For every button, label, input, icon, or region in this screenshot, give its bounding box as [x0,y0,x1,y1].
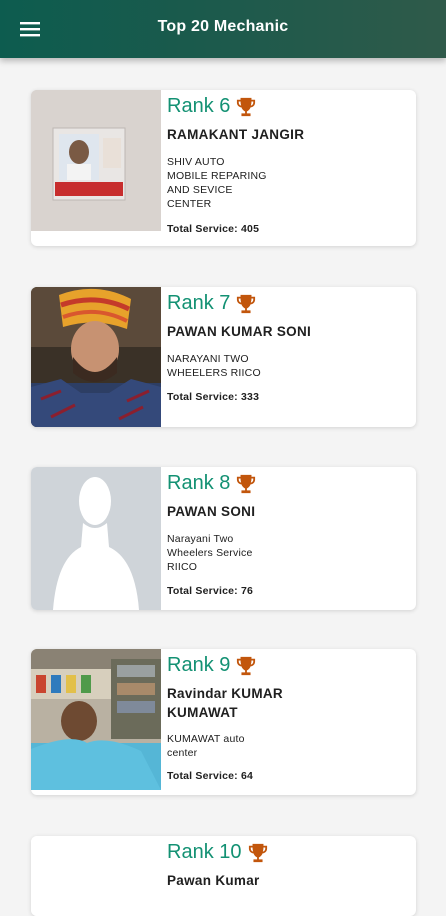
mechanic-name: RAMAKANT JANGIR [167,127,305,142]
shop-name: SHIV AUTO MOBILE REPARING AND SEVICE CEN… [167,156,267,210]
trophy-icon [237,97,256,116]
total-service: Total Service: 405 [167,223,260,235]
rank-label: Rank 10 [167,841,242,863]
trophy-icon [248,843,267,862]
total-service: Total Service: 76 [167,585,254,597]
mechanic-name: Pawan Kumar [167,873,260,888]
trophy-icon [237,656,256,675]
trophy-icon [237,294,256,313]
mechanic-photo [31,649,161,790]
mechanic-photo [31,467,161,610]
total-service: Total Service: 64 [167,770,254,782]
mechanic-card[interactable]: Rank 6 RAMAKANT JANGIR SHIV AUTO MOBILE … [31,90,416,246]
page-title: Top 20 Mechanic [157,18,289,35]
shop-name: Narayani Two Wheelers Service RIICO [167,533,253,573]
mechanic-name: PAWAN SONI [167,504,256,519]
mechanic-card[interactable]: Rank 10 Pawan Kumar [31,836,416,916]
app-bar: Top 20 Mechanic [0,0,446,58]
total-service: Total Service: 333 [167,391,260,403]
mechanic-card[interactable]: Rank 7 PAWAN KUMAR SONI NARAYANI TWO WHE… [31,287,416,427]
rank-label: Rank 8 [167,472,231,494]
mechanic-photo [31,836,161,916]
shop-name: KUMAWAT auto center [167,733,245,759]
rank-label: Rank 6 [167,95,231,117]
mechanic-photo [31,90,161,231]
rank-label: Rank 9 [167,654,231,676]
mechanic-name: Ravindar KUMAR KUMAWAT [167,686,283,720]
trophy-icon [237,474,256,493]
mechanic-name: PAWAN KUMAR SONI [167,324,312,339]
mechanic-card[interactable]: Rank 9 Ravindar KUMAR KUMAWAT KUMAWAT au… [31,649,416,795]
rank-label: Rank 7 [167,292,231,314]
mechanic-card[interactable]: Rank 8 PAWAN SONI Narayani Two Wheelers … [31,467,416,610]
shop-name: NARAYANI TWO WHEELERS RIICO [167,353,261,379]
mechanic-photo [31,287,161,427]
